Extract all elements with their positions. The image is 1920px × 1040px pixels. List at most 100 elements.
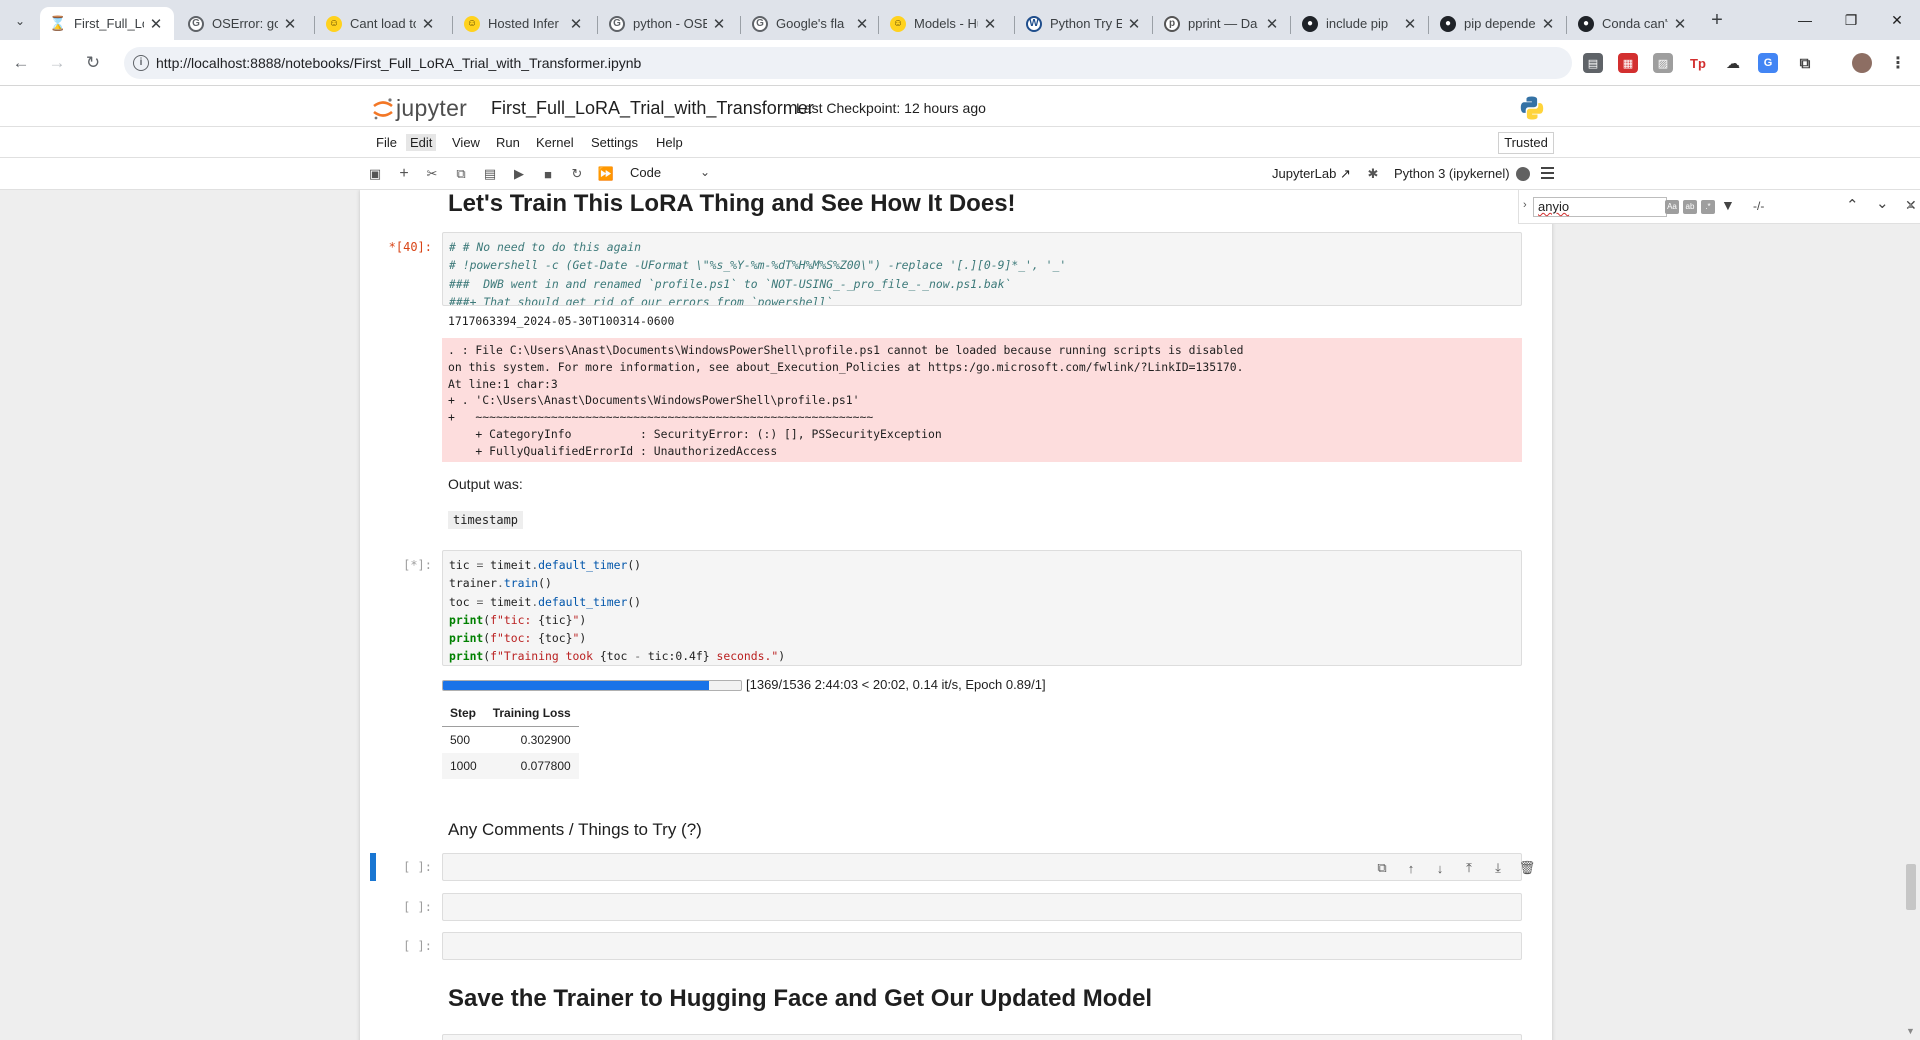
previous-match-icon[interactable]: ⌃: [1846, 196, 1859, 214]
insert-above-icon[interactable]: ⤒: [1461, 860, 1477, 876]
browser-tab-1[interactable]: ⌛ First_Full_LoR ✕: [40, 7, 174, 40]
extension-cloud-icon[interactable]: ☁: [1723, 53, 1743, 73]
browser-tab-9[interactable]: p pprint — Da ✕: [1154, 7, 1290, 40]
menu-file[interactable]: File: [372, 134, 401, 151]
cell-type-dropdown[interactable]: Code ⌄: [630, 165, 710, 185]
empty-code-cell[interactable]: [442, 853, 1522, 881]
menu-view[interactable]: View: [448, 134, 484, 151]
hourglass-icon: ⌛: [49, 15, 67, 31]
empty-code-cell[interactable]: [442, 893, 1522, 921]
code-cell-train[interactable]: tic = timeit.default_timer() trainer.tra…: [442, 550, 1522, 666]
menu-help[interactable]: Help: [652, 134, 687, 151]
code-line: trainer.train(): [449, 576, 552, 591]
stderr-line: + ~~~~~~~~~~~~~~~~~~~~~~~~~~~~~~~~~~~~~~…: [448, 410, 874, 425]
code-cell-40[interactable]: # # No need to do this again # !powershe…: [442, 232, 1522, 306]
close-icon[interactable]: ✕: [982, 15, 998, 33]
browser-tab-11[interactable]: ● pip depende ✕: [1430, 7, 1566, 40]
browser-tab-10[interactable]: ● include pip ✕: [1292, 7, 1428, 40]
kernel-name[interactable]: Python 3 (ipykernel): [1394, 166, 1510, 181]
browser-tab-12[interactable]: ● Conda can't ✕: [1568, 7, 1698, 40]
browser-tab-7[interactable]: ☺ Models - Hu ✕: [880, 7, 1008, 40]
close-icon[interactable]: ✕: [1126, 15, 1142, 33]
menu-settings[interactable]: Settings: [587, 134, 642, 151]
find-input[interactable]: anyio: [1533, 197, 1667, 217]
code-line: print(f"Training took {toc - tic:0.4f} s…: [449, 649, 786, 664]
extension-red-icon[interactable]: ▦: [1618, 53, 1638, 73]
save-icon[interactable]: ▣: [366, 165, 384, 183]
menu-run[interactable]: Run: [492, 134, 524, 151]
delete-cell-icon[interactable]: 🗑: [1519, 860, 1536, 876]
extensions-puzzle-icon[interactable]: ⧉: [1795, 53, 1815, 73]
menu-kernel[interactable]: Kernel: [532, 134, 578, 151]
close-icon[interactable]: ✕: [1540, 15, 1556, 33]
close-icon[interactable]: ✕: [711, 15, 727, 33]
tab-search-chevron-icon[interactable]: ⌄: [8, 9, 32, 33]
close-icon[interactable]: ✕: [1672, 15, 1688, 33]
scroll-up-arrow-icon[interactable]: ▲: [1906, 200, 1915, 210]
menu-edit[interactable]: Edit: [406, 134, 437, 151]
restart-icon[interactable]: ↻: [568, 165, 586, 183]
close-icon[interactable]: ✕: [854, 15, 870, 33]
extension-grey-icon[interactable]: ▨: [1653, 53, 1673, 73]
jupyterlab-link[interactable]: JupyterLab ↗: [1272, 166, 1351, 182]
trusted-indicator[interactable]: Trusted: [1498, 132, 1554, 154]
regex-icon[interactable]: .*: [1701, 200, 1715, 214]
reload-icon[interactable]: ↻: [78, 48, 108, 78]
browser-tab-6[interactable]: G Google's fla ✕: [742, 7, 880, 40]
insert-cell-icon[interactable]: +: [395, 165, 413, 183]
forward-icon[interactable]: →: [42, 48, 72, 78]
site-info-icon[interactable]: i: [133, 55, 149, 71]
fast-forward-icon[interactable]: ⏩: [597, 165, 615, 183]
close-icon[interactable]: ✕: [1264, 15, 1280, 33]
address-bar[interactable]: i http://localhost:8888/notebooks/First_…: [124, 47, 1672, 79]
notebook-title[interactable]: First_Full_LoRA_Trial_with_Transformer: [491, 98, 814, 119]
minimize-icon[interactable]: —: [1782, 0, 1828, 40]
scrollbar-thumb[interactable]: [1906, 864, 1916, 910]
scroll-down-arrow-icon[interactable]: ▼: [1906, 1026, 1915, 1036]
new-tab-icon[interactable]: +: [1703, 9, 1731, 33]
browser-menu-icon[interactable]: ⋮: [1888, 53, 1908, 73]
browser-tab-3[interactable]: ☺ Cant load to ✕: [316, 7, 446, 40]
jupyter-logo[interactable]: jupyter: [372, 95, 467, 122]
browser-tab-4[interactable]: ☺ Hosted Infer ✕: [454, 7, 594, 40]
code-cell-partial[interactable]: [442, 1034, 1522, 1040]
close-icon[interactable]: ✕: [148, 15, 164, 33]
debugger-icon[interactable]: ✱: [1364, 165, 1382, 183]
expand-replace-chevron-icon[interactable]: ›: [1523, 199, 1527, 211]
browser-tab-5[interactable]: G python - OSE ✕: [599, 7, 737, 40]
copy-icon[interactable]: ⧉: [452, 165, 470, 183]
stop-icon[interactable]: ■: [539, 165, 557, 183]
w-icon: W: [1026, 15, 1042, 32]
cut-icon[interactable]: ✂: [423, 165, 441, 183]
close-icon[interactable]: ✕: [568, 15, 584, 33]
window-close-icon[interactable]: ✕: [1874, 0, 1920, 40]
extension-tp-icon[interactable]: Tp: [1688, 53, 1708, 73]
duplicate-cell-icon[interactable]: ⧉: [1374, 860, 1390, 876]
empty-code-cell[interactable]: [442, 932, 1522, 960]
jupyter-mark-icon: [373, 97, 393, 119]
extension-translate-icon[interactable]: G: [1758, 53, 1778, 73]
notebook-panel: Let's Train This LoRA Thing and See How …: [360, 190, 1552, 1040]
close-icon[interactable]: ✕: [1402, 15, 1418, 33]
tab-title: OSError: goo: [212, 16, 278, 31]
browser-tab-2[interactable]: G OSError: goo ✕: [178, 7, 308, 40]
hamburger-menu-icon[interactable]: [1541, 167, 1554, 179]
move-up-icon[interactable]: ↑: [1403, 860, 1419, 876]
stderr-line: At line:1 char:3: [448, 376, 558, 391]
extension-archive-icon[interactable]: ▤: [1583, 53, 1603, 73]
next-match-icon[interactable]: ⌄: [1876, 194, 1889, 212]
match-case-icon[interactable]: Aa: [1665, 200, 1679, 214]
close-icon[interactable]: ✕: [420, 15, 436, 33]
profile-avatar[interactable]: [1852, 53, 1872, 73]
url-text[interactable]: http://localhost:8888/notebooks/First_Fu…: [156, 55, 641, 71]
browser-tab-8[interactable]: W Python Try E ✕: [1016, 7, 1152, 40]
move-down-icon[interactable]: ↓: [1432, 860, 1448, 876]
paste-icon[interactable]: ▤: [481, 165, 499, 183]
run-icon[interactable]: ▶: [510, 165, 528, 183]
restore-icon[interactable]: ❐: [1828, 0, 1874, 40]
close-icon[interactable]: ✕: [282, 15, 298, 33]
whole-word-icon[interactable]: ab: [1683, 200, 1697, 214]
back-icon[interactable]: ←: [6, 48, 36, 78]
filter-icon[interactable]: ▼: [1721, 197, 1735, 213]
insert-below-icon[interactable]: ⤓: [1490, 860, 1506, 876]
